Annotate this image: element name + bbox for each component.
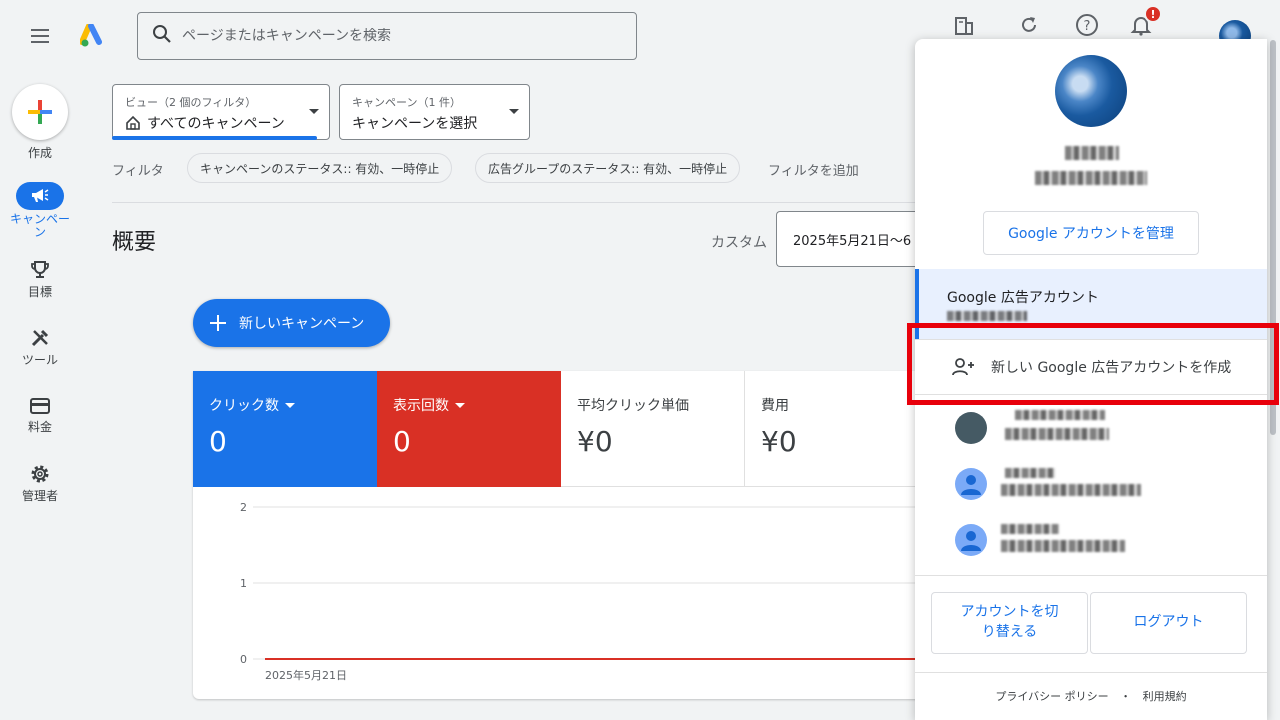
terms-link[interactable]: 利用規約 — [1143, 690, 1187, 703]
chevron-down-icon — [509, 109, 519, 114]
chevron-down-icon — [309, 109, 319, 114]
new-campaign-button[interactable]: 新しいキャンペーン — [193, 299, 390, 347]
privacy-policy-link[interactable]: プライバシー ポリシー — [995, 690, 1108, 703]
page-title: 概要 — [112, 230, 157, 255]
avatar — [955, 524, 987, 556]
nav-item-goals[interactable]: 目標 — [0, 259, 80, 300]
add-filter-button[interactable]: フィルタを追加 — [768, 160, 859, 179]
plus-icon — [28, 100, 52, 124]
account-list-item[interactable] — [955, 524, 1255, 564]
performance-card: クリック数 0 表示回数 0 平均クリック単価 ¥0 費用 ¥0 2 1 0 2025… — [193, 371, 923, 699]
person-icon — [961, 531, 981, 551]
create-button[interactable] — [12, 84, 68, 140]
account-email-redacted — [1001, 540, 1125, 552]
account-name-redacted — [1001, 524, 1059, 534]
metric-clicks[interactable]: クリック数 0 — [193, 371, 377, 487]
account-list-item[interactable] — [955, 468, 1255, 508]
chart-y-tick-label: 1 — [240, 577, 247, 590]
nav-item-tools[interactable]: ツール — [0, 327, 80, 368]
megaphone-icon — [32, 189, 49, 202]
chevron-down-icon — [285, 402, 295, 408]
performance-chart: 2 1 0 2025年5月21日 — [240, 501, 923, 682]
nav-item-admin[interactable]: 管理者 — [0, 463, 80, 504]
filter-label: フィルタ — [112, 164, 164, 179]
refresh-icon[interactable] — [1015, 11, 1043, 39]
credit-card-icon — [30, 398, 50, 414]
account-name-redacted — [1015, 410, 1105, 420]
manage-google-account-button[interactable]: Google アカウントを管理 — [983, 211, 1199, 255]
search-bar[interactable] — [137, 12, 637, 60]
metric-cost[interactable]: 費用 ¥0 — [745, 371, 923, 487]
account-id-redacted — [947, 311, 1027, 321]
account-email-redacted — [1035, 171, 1147, 185]
avatar — [955, 412, 987, 444]
reports-icon[interactable] — [950, 11, 978, 39]
main-menu-button[interactable] — [24, 24, 56, 48]
chevron-down-icon — [455, 402, 465, 408]
account-name-redacted — [1065, 146, 1119, 160]
account-name-redacted — [1005, 468, 1055, 478]
notification-badge: ! — [1144, 5, 1162, 23]
date-range-picker[interactable]: 2025年5月21日〜6 — [776, 211, 922, 267]
metric-impressions[interactable]: 表示回数 0 — [377, 371, 561, 487]
avatar — [955, 468, 987, 500]
metric-avg-cpc[interactable]: 平均クリック単価 ¥0 — [561, 371, 745, 487]
filter-chip-adgroup-status[interactable]: 広告グループのステータス:: 有効、一時停止 — [475, 153, 741, 183]
popup-footer: プライバシー ポリシー ・ 利用規約 — [915, 672, 1267, 704]
search-icon — [152, 24, 172, 48]
nav-create-label: 作成 — [27, 146, 52, 160]
campaign-dropdown[interactable]: キャンペーン（1 件） キャンペーンを選択 — [339, 84, 530, 140]
logout-button[interactable]: ログアウト — [1090, 592, 1247, 654]
view-selected-indicator — [112, 136, 317, 140]
svg-text:?: ? — [1084, 19, 1091, 34]
account-avatar — [1055, 55, 1127, 127]
person-icon — [961, 475, 981, 495]
trophy-icon — [31, 261, 49, 278]
nav-item-campaigns[interactable]: キャンペー ン — [0, 182, 80, 239]
account-email-redacted — [1005, 428, 1109, 440]
switch-account-button[interactable]: アカウントを切り替える — [931, 592, 1088, 654]
filter-chip-campaign-status[interactable]: キャンペーンのステータス:: 有効、一時停止 — [187, 153, 453, 183]
chart-y-tick-label: 0 — [240, 653, 247, 666]
account-list-item[interactable] — [955, 410, 1255, 452]
tools-icon — [31, 329, 49, 347]
view-dropdown[interactable]: ビュー（2 個のフィルタ） すべてのキャンペーン — [112, 84, 330, 140]
date-range-label: カスタム — [711, 235, 767, 251]
account-email-redacted — [1001, 484, 1141, 496]
chart-y-tick-label: 2 — [240, 501, 247, 514]
chart-x-tick-label: 2025年5月21日 — [265, 668, 347, 682]
nav-item-billing[interactable]: 料金 — [0, 396, 80, 435]
search-input[interactable] — [182, 28, 582, 44]
divider — [112, 202, 922, 203]
gear-icon — [31, 465, 49, 483]
google-ads-logo[interactable] — [79, 23, 106, 48]
home-icon — [126, 115, 140, 130]
plus-icon — [210, 315, 226, 331]
highlight-annotation — [907, 323, 1279, 405]
help-icon[interactable]: ? — [1073, 11, 1101, 39]
divider — [915, 575, 1267, 576]
